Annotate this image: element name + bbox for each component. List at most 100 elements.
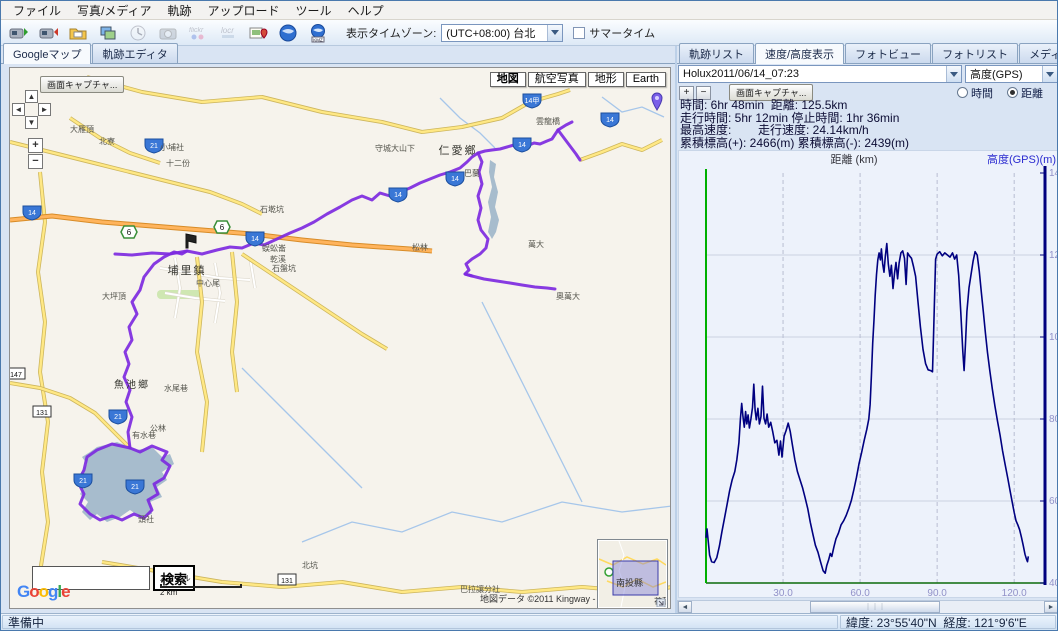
map-place-label: 乾溪 xyxy=(270,254,286,264)
chart-x-axis-title: 距離 (km) xyxy=(830,152,877,166)
google-logo-letter: g xyxy=(48,582,58,601)
clock-icon xyxy=(124,22,151,44)
x-tick-label: 120.0 xyxy=(1002,588,1027,597)
svg-text:locr: locr xyxy=(221,26,234,35)
svg-text:147: 147 xyxy=(10,372,22,379)
chevron-down-icon[interactable] xyxy=(946,66,961,82)
map-place-label: 北寮 xyxy=(99,136,115,146)
tab[interactable]: Googleマップ xyxy=(3,43,92,64)
y-tick-label: 400 xyxy=(1049,578,1057,589)
radio-selected[interactable] xyxy=(1007,87,1018,98)
chevron-down-icon[interactable] xyxy=(547,24,563,41)
svg-text:21: 21 xyxy=(131,484,139,491)
svg-text:131: 131 xyxy=(281,578,293,585)
left-tabstrip: Googleマップ 軌跡エディタ xyxy=(1,43,675,64)
svg-text:6: 6 xyxy=(220,223,225,232)
map-panel: Googleマップ 軌跡エディタ 6 6 14 14 14 14 14 14 14甲 21 21 21 2… xyxy=(1,43,675,613)
svg-text:KMZ: KMZ xyxy=(313,37,323,42)
pan-left-button[interactable]: ◄ xyxy=(12,103,25,116)
tab[interactable]: 軌跡エディタ xyxy=(92,43,178,63)
photo-map-icon[interactable] xyxy=(244,22,271,44)
chevron-down-icon[interactable] xyxy=(1042,66,1057,82)
map-place-label: 北坑 xyxy=(302,560,318,570)
tab[interactable]: フォトリスト xyxy=(932,43,1019,63)
map-type-button[interactable]: 地図 xyxy=(489,72,526,87)
route-shield: 131 xyxy=(277,573,297,586)
summer-time-label: サマータイム xyxy=(589,27,656,40)
timezone-value: (UTC+08:00) 台北 xyxy=(446,27,536,40)
google-earth-icon[interactable] xyxy=(274,22,301,44)
map-zoom-in-button[interactable]: + xyxy=(28,138,43,153)
chart-scrollbar[interactable]: ◄ ｜｜｜ ► xyxy=(677,600,1057,614)
flickr-icon: flickr xyxy=(184,22,211,44)
map-type-button[interactable]: 地形 xyxy=(587,72,624,87)
map-canvas[interactable]: 6 6 14 14 14 14 14 14 14甲 21 21 21 21 131 131 147 埔里鎮 仁愛鄉… xyxy=(9,67,671,609)
summer-time-checkbox[interactable] xyxy=(573,26,586,39)
map-place-label: 石盤坑 xyxy=(272,263,296,273)
stat-line: 最高速度: 走行速度: 24.14km/h xyxy=(680,123,869,138)
gps-read-icon[interactable] xyxy=(4,22,31,44)
map-place-label: 中心尾 xyxy=(196,278,220,288)
scroll-thumb[interactable]: ｜｜｜ xyxy=(810,601,940,613)
route-shield: 14甲 xyxy=(522,93,542,109)
pan-down-button[interactable]: ▼ xyxy=(25,116,38,129)
map-pin-icon[interactable] xyxy=(650,92,664,117)
menu-item[interactable]: ヘルプ xyxy=(340,1,392,20)
pan-up-button[interactable]: ▲ xyxy=(25,90,38,103)
map-capture-button[interactable]: 画面キャプチャ... xyxy=(40,76,125,93)
map-svg: 6 6 14 14 14 14 14 14 14甲 21 21 21 21 131 131 147 埔里鎮 仁愛鄉… xyxy=(10,68,670,608)
map-place-label: 奧萬大 xyxy=(556,291,580,301)
toolbar-icons: flickr locr KMZ xyxy=(4,22,334,44)
radio-label: 時間 xyxy=(971,87,993,100)
map-place-label: 頭社 xyxy=(138,514,154,524)
map-type-button[interactable]: 航空写真 xyxy=(527,72,586,87)
status-coordinates: 緯度: 23°55'40"N 経度: 121°9'6"E xyxy=(840,615,1056,629)
svg-text:21: 21 xyxy=(79,478,87,485)
tab[interactable]: メディアリスト xyxy=(1019,43,1057,63)
menu-item[interactable]: アップロード xyxy=(200,1,288,20)
scroll-right-arrow[interactable]: ► xyxy=(1044,601,1057,613)
gps-write-icon[interactable] xyxy=(34,22,61,44)
tab[interactable]: 速度/高度表示 xyxy=(755,43,845,64)
svg-text:21: 21 xyxy=(150,143,158,150)
export-kmz-icon[interactable]: KMZ xyxy=(304,22,331,44)
pan-right-button[interactable]: ► xyxy=(38,103,51,116)
google-logo-letter: o xyxy=(29,582,39,601)
route-shield: 6 xyxy=(120,225,138,239)
map-scale: 2 マイル 2 km xyxy=(160,573,242,597)
menu-item[interactable]: ファイル xyxy=(5,1,69,20)
y-tick-label: 800 xyxy=(1049,414,1057,425)
photo-folder-icon[interactable] xyxy=(64,22,91,44)
svg-text:14: 14 xyxy=(394,192,402,199)
map-place-label: 石墘坑 xyxy=(260,204,284,214)
map-place-label: 埔里鎮 xyxy=(168,263,207,277)
svg-text:6: 6 xyxy=(127,228,132,237)
elevation-chart[interactable]: 距離 (km) 高度(GPS)(m) 400 600 800 1000 1200 1400 30… xyxy=(678,150,1057,599)
photo-import-icon[interactable] xyxy=(94,22,121,44)
map-place-label: 水尾巷 xyxy=(164,383,188,393)
menubar: ファイル 写真/メディア 軌跡 アップロード ツール ヘルプ xyxy=(1,1,1057,20)
map-place-label: 守城大山下 xyxy=(375,143,415,153)
menu-item[interactable]: 写真/メディア xyxy=(69,1,160,20)
route-shield: 14 xyxy=(512,137,532,153)
elevation-chart-svg: 距離 (km) 高度(GPS)(m) 400 600 800 1000 1200 1400 30… xyxy=(679,151,1057,599)
map-place-label: 仁愛鄉 xyxy=(439,144,478,157)
app-window: ファイル 写真/メディア 軌跡 アップロード ツール ヘルプ flickr locr KMZ … xyxy=(0,0,1058,631)
menu-item[interactable]: ツール xyxy=(288,1,340,20)
google-logo-letter: G xyxy=(17,582,30,601)
route-shield: 14 xyxy=(445,171,465,187)
menu-item[interactable]: 軌跡 xyxy=(160,1,200,20)
metric-select[interactable]: 高度(GPS) xyxy=(965,65,1057,83)
tab[interactable]: フォトビュー xyxy=(845,43,932,63)
map-place-label: 雲龍橋 xyxy=(536,116,560,126)
overview-map-svg: 南投縣 花蓮 xyxy=(598,540,670,608)
overview-map[interactable]: 南投縣 花蓮 xyxy=(597,539,670,608)
radio-option[interactable] xyxy=(957,87,968,98)
scroll-left-arrow[interactable]: ◄ xyxy=(678,601,692,613)
map-type-button[interactable]: Earth xyxy=(625,72,666,87)
map-zoom-out-button[interactable]: − xyxy=(28,154,43,169)
track-select[interactable]: Holux2011/06/14_07:23 xyxy=(678,65,962,83)
overview-region-label: 南投縣 xyxy=(616,577,643,588)
timezone-select[interactable]: (UTC+08:00) 台北 xyxy=(441,23,564,42)
tab[interactable]: 軌跡リスト xyxy=(679,43,754,63)
